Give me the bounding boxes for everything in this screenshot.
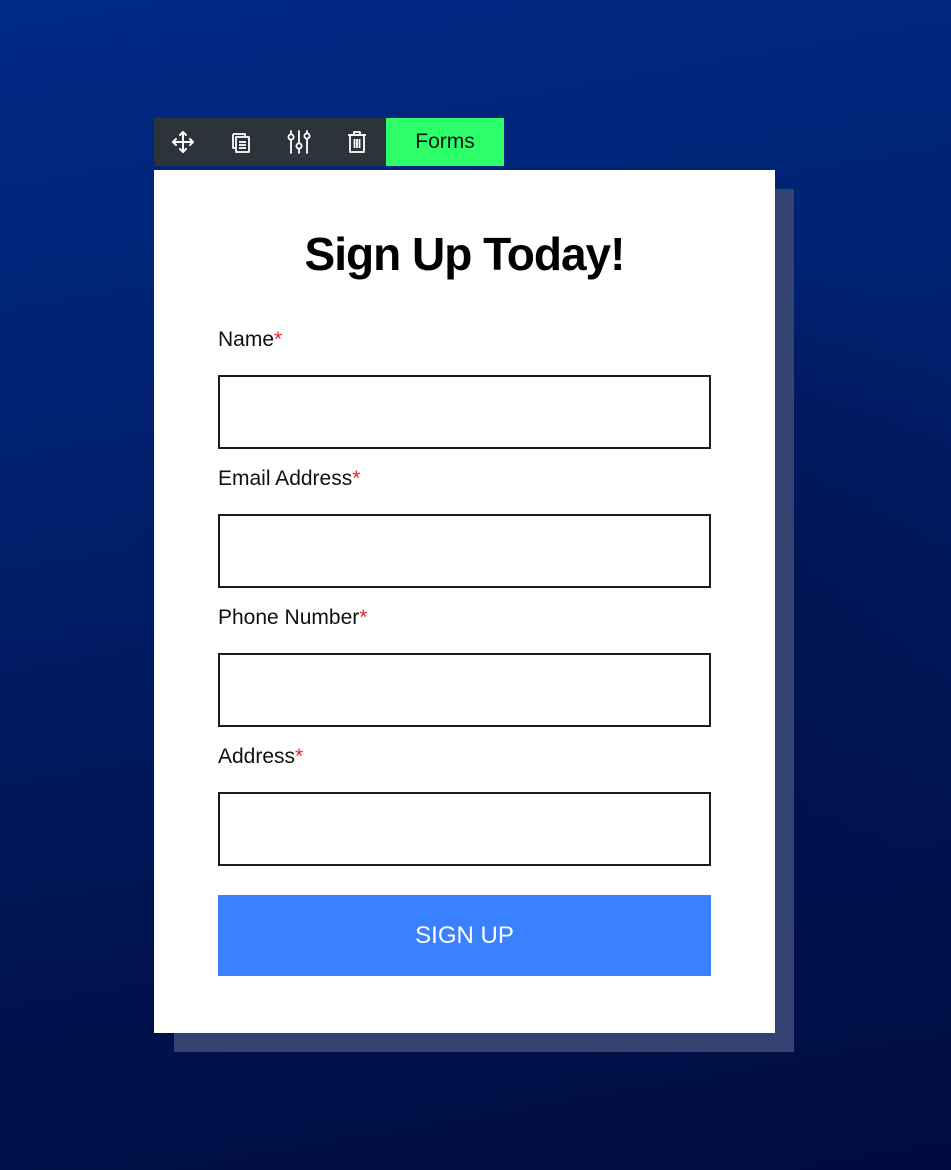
settings-sliders-icon <box>287 130 311 154</box>
email-label: Email Address* <box>218 467 711 491</box>
name-field-group: Name* <box>218 328 711 449</box>
phone-input[interactable] <box>218 653 711 727</box>
address-label: Address* <box>218 745 711 769</box>
name-input[interactable] <box>218 375 711 449</box>
email-input[interactable] <box>218 514 711 588</box>
email-label-text: Email Address <box>218 467 353 490</box>
sign-up-button[interactable]: SIGN UP <box>218 895 711 976</box>
forms-tab[interactable]: Forms <box>386 118 504 166</box>
phone-label: Phone Number* <box>218 606 711 630</box>
toolbar-actions <box>154 118 386 166</box>
element-toolbar: Forms <box>154 118 504 166</box>
address-label-text: Address <box>218 745 296 768</box>
name-label: Name* <box>218 328 711 352</box>
settings-button[interactable] <box>270 118 328 166</box>
delete-icon <box>348 131 366 153</box>
address-field-group: Address* <box>218 745 711 866</box>
form-title: Sign Up Today! <box>304 228 626 280</box>
delete-button[interactable] <box>328 118 386 166</box>
phone-field-group: Phone Number* <box>218 606 711 727</box>
duplicate-icon <box>232 133 250 153</box>
signup-form-card: Sign Up Today! Name* Email Address* Phon… <box>154 170 775 1033</box>
move-icon <box>172 131 194 153</box>
phone-label-text: Phone Number <box>218 606 360 629</box>
move-button[interactable] <box>154 118 212 166</box>
email-field-group: Email Address* <box>218 467 711 588</box>
address-input[interactable] <box>218 792 711 866</box>
name-label-text: Name <box>218 328 275 351</box>
duplicate-button[interactable] <box>212 118 270 166</box>
required-marker: * <box>274 328 283 351</box>
required-marker: * <box>352 467 361 490</box>
required-marker: * <box>359 606 368 629</box>
required-marker: * <box>295 745 304 768</box>
